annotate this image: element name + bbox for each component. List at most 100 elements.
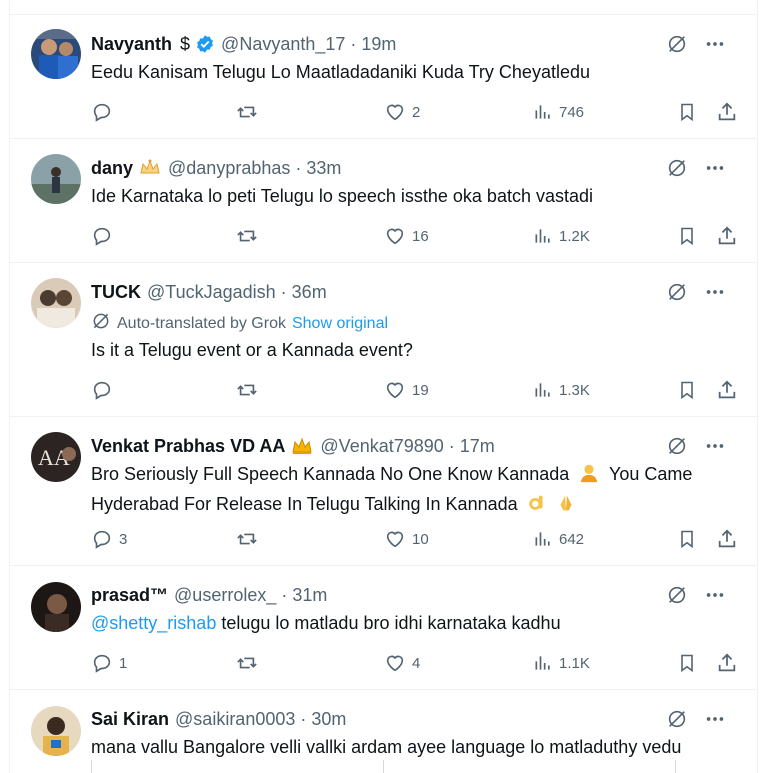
bookmark-button[interactable]	[677, 224, 697, 248]
separator: ·	[350, 33, 357, 54]
reply-tweet[interactable]: Navyanth $ @Navyanth_17 · 19m Eedu Kanis…	[10, 15, 757, 139]
person-shrug-emoji	[578, 462, 600, 491]
share-icon	[718, 529, 736, 548]
timestamp[interactable]: 17m	[460, 436, 495, 457]
bookmark-button[interactable]	[677, 378, 697, 402]
share-button[interactable]	[716, 378, 738, 402]
views-button[interactable]: 746	[533, 100, 584, 124]
crown-outline-icon	[138, 158, 162, 178]
tweet-text: mana vallu Bangalore velli vallki ardam …	[91, 737, 682, 757]
like-button[interactable]: 10	[384, 527, 429, 551]
display-name[interactable]: Sai Kiran	[91, 709, 169, 730]
more-icon[interactable]	[703, 434, 727, 458]
avatar[interactable]	[31, 582, 81, 632]
reply-tweet[interactable]: TUCK @TuckJagadish · 36m Auto-translated…	[10, 263, 757, 417]
more-icon[interactable]	[703, 32, 727, 56]
like-count: 10	[412, 530, 429, 548]
avatar[interactable]	[31, 278, 81, 328]
display-name[interactable]: TUCK	[91, 282, 141, 303]
tweet-actions: 2 746	[91, 100, 737, 124]
share-icon	[718, 653, 736, 672]
header-actions	[665, 32, 727, 56]
show-original-link[interactable]: Show original	[292, 315, 388, 333]
timestamp[interactable]: 31m	[292, 585, 327, 606]
avatar[interactable]: AA	[31, 432, 81, 482]
display-name[interactable]: Venkat Prabhas VD AA	[91, 436, 285, 457]
separator: ·	[295, 157, 302, 178]
more-icon[interactable]	[703, 583, 727, 607]
avatar[interactable]	[31, 29, 81, 79]
handle[interactable]: @Navyanth_17	[221, 34, 345, 55]
separator: ·	[281, 584, 288, 605]
view-count: 1.3K	[559, 381, 590, 399]
more-icon[interactable]	[703, 707, 727, 731]
reply-button[interactable]: 1	[91, 651, 127, 675]
verified-badge-icon	[195, 34, 215, 54]
repost-button[interactable]	[235, 651, 259, 675]
bookmark-button[interactable]	[677, 527, 697, 551]
share-button[interactable]	[716, 100, 738, 124]
grok-icon[interactable]	[665, 32, 689, 56]
tweet-header: Sai Kiran @saikiran0003 · 30m	[91, 707, 747, 731]
timestamp[interactable]: 19m	[361, 34, 396, 55]
bookmark-button[interactable]	[677, 651, 697, 675]
repost-button[interactable]	[235, 527, 259, 551]
repost-button[interactable]	[235, 378, 259, 402]
grok-icon[interactable]	[665, 280, 689, 304]
tweet-text-line: Bro Seriously Full Speech Kannada No One…	[91, 464, 570, 484]
reply-tweet[interactable]: AA Venkat Prabhas VD AA @Venkat79890 · 1…	[10, 417, 757, 566]
like-count: 16	[412, 227, 429, 245]
timestamp[interactable]: 33m	[306, 158, 341, 179]
share-icon	[718, 102, 736, 121]
bookmark-button[interactable]	[677, 100, 697, 124]
share-button[interactable]	[716, 651, 738, 675]
timestamp[interactable]: 36m	[292, 282, 327, 303]
repost-button[interactable]	[235, 100, 259, 124]
display-name[interactable]: dany	[91, 158, 133, 179]
timestamp[interactable]: 30m	[311, 709, 346, 730]
heart-icon	[386, 655, 404, 672]
share-button[interactable]	[716, 224, 738, 248]
reply-button[interactable]	[91, 378, 113, 402]
grok-icon[interactable]	[665, 434, 689, 458]
avatar[interactable]	[31, 154, 81, 204]
handle[interactable]: @Venkat79890	[320, 436, 443, 457]
views-button[interactable]: 1.2K	[533, 224, 590, 248]
grok-icon[interactable]	[665, 583, 689, 607]
reply-tweet[interactable]: prasad™ @userrolex_ · 31m @shetty_rishab…	[10, 566, 757, 690]
handle[interactable]: @TuckJagadish	[147, 282, 276, 303]
more-icon[interactable]	[703, 280, 727, 304]
reply-button[interactable]	[91, 100, 113, 124]
mention-link[interactable]: @shetty_rishab	[91, 613, 216, 633]
handle[interactable]: @userrolex_	[174, 585, 276, 606]
like-count: 4	[412, 654, 421, 672]
dollar-emoji: $	[180, 33, 191, 54]
handle[interactable]: @saikiran0003	[175, 709, 295, 730]
views-button[interactable]: 1.1K	[533, 651, 590, 675]
grok-icon[interactable]	[665, 156, 689, 180]
bookmark-icon	[681, 654, 693, 673]
like-button[interactable]: 16	[384, 224, 429, 248]
grok-icon[interactable]	[665, 707, 689, 731]
more-icon[interactable]	[703, 156, 727, 180]
reply-button[interactable]	[91, 224, 113, 248]
like-button[interactable]: 2	[384, 100, 420, 124]
header-actions	[665, 156, 727, 180]
repost-button[interactable]	[235, 224, 259, 248]
view-count: 1.2K	[559, 227, 590, 245]
views-button[interactable]: 1.3K	[533, 378, 590, 402]
tweet-text: @shetty_rishab telugu lo matladu bro idh…	[91, 610, 727, 636]
handle[interactable]: @danyprabhas	[168, 158, 290, 179]
avatar[interactable]	[31, 706, 81, 756]
share-button[interactable]	[716, 527, 738, 551]
views-button[interactable]: 642	[533, 527, 584, 551]
like-button[interactable]: 4	[384, 651, 420, 675]
header-actions	[665, 583, 727, 607]
reply-button[interactable]: 3	[91, 527, 127, 551]
display-name[interactable]: prasad™	[91, 585, 168, 606]
like-button[interactable]: 19	[384, 378, 429, 402]
tweet-text-line: You Came	[609, 464, 693, 484]
reply-tweet[interactable]: dany @danyprabhas · 33m Ide Karnataka lo…	[10, 139, 757, 263]
display-name[interactable]: Navyanth	[91, 34, 172, 55]
view-count: 746	[559, 103, 585, 121]
